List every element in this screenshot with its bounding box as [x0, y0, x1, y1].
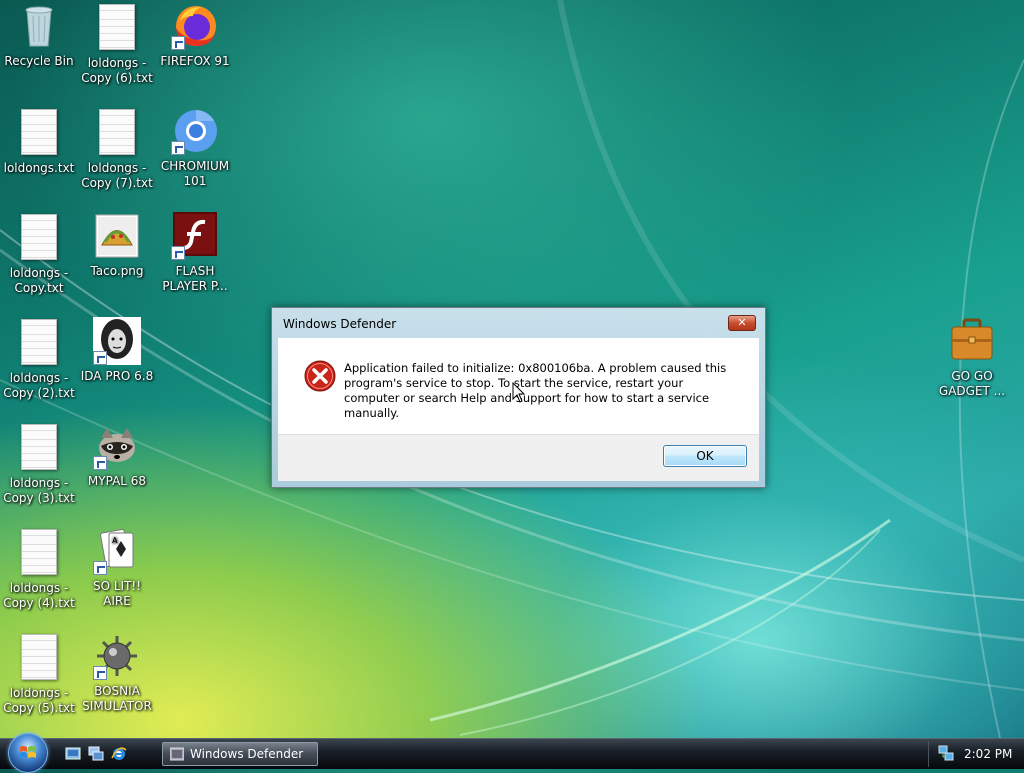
- desktop-icon-label: loldongs - Copy (5).txt: [3, 686, 75, 715]
- desktop-icon-label: loldongs - Copy (6).txt: [81, 56, 153, 85]
- text-file-icon: [21, 634, 57, 680]
- desktop-icon-label: Recycle Bin: [4, 54, 74, 68]
- mouse-cursor-icon: [512, 382, 526, 403]
- show-desktop-icon[interactable]: [65, 746, 81, 762]
- ida-pro-icon: [93, 317, 141, 365]
- text-file-icon: [21, 214, 57, 260]
- shortcut-arrow-icon: [93, 351, 107, 365]
- desktop-icon-ida-pro[interactable]: IDA PRO 6.8: [79, 317, 155, 384]
- close-button[interactable]: ✕: [728, 315, 756, 331]
- shortcut-arrow-icon: [93, 561, 107, 575]
- desktop-icon-label: IDA PRO 6.8: [80, 369, 154, 383]
- shortcut-arrow-icon: [171, 141, 185, 155]
- taskbar-button-windows-defender[interactable]: Windows Defender: [162, 742, 318, 766]
- playing-cards-icon: A: [93, 527, 141, 575]
- desktop-icon-loldongs-copy-7[interactable]: loldongs - Copy (7).txt: [79, 107, 155, 191]
- desktop-icon-label: FLASH PLAYER P...: [162, 264, 228, 293]
- desktop-icon-label: BOSNIA SIMULATOR: [82, 684, 152, 713]
- clock[interactable]: 2:02 PM: [964, 747, 1012, 761]
- shortcut-arrow-icon: [171, 246, 185, 260]
- chromium-icon: [171, 107, 219, 155]
- desktop-icon-chromium[interactable]: CHROMIUM 101: [157, 107, 233, 189]
- desktop-icon-mypal[interactable]: MYPAL 68: [79, 422, 155, 489]
- svg-text:A: A: [112, 536, 118, 545]
- firefox-icon: [171, 2, 219, 50]
- text-file-icon: [21, 529, 57, 575]
- desktop-icon-loldongs-copy-5[interactable]: loldongs - Copy (5).txt: [1, 632, 77, 716]
- desktop-icon-label: Taco.png: [90, 264, 144, 278]
- text-file-icon: [99, 109, 135, 155]
- windows-defender-icon: [170, 747, 184, 761]
- tray-separator: [928, 741, 929, 767]
- desktop-icon-label: loldongs - Copy.txt: [9, 266, 69, 295]
- desktop-icon-label: FIREFOX 91: [160, 54, 230, 68]
- desktop-icon-label: loldongs - Copy (2).txt: [3, 371, 75, 400]
- shortcut-arrow-icon: [93, 456, 107, 470]
- taskbar: Windows Defender 2:02 PM: [0, 733, 1024, 773]
- desktop-icon-recycle-bin[interactable]: Recycle Bin: [1, 2, 77, 69]
- dialog-message: Application failed to initialize: 0x8001…: [344, 361, 727, 420]
- taco-image-icon: [93, 212, 141, 260]
- flash-player-icon: [171, 212, 219, 260]
- desktop-icon-label: GO GO GADGET ...: [938, 369, 1006, 398]
- desktop-icon-label: loldongs - Copy (4).txt: [3, 581, 75, 610]
- error-icon: [304, 360, 336, 392]
- text-file-icon: [99, 4, 135, 50]
- dialog-footer: OK: [278, 434, 759, 481]
- recycle-bin-icon: [15, 2, 63, 50]
- network-icon[interactable]: [938, 745, 954, 761]
- desktop-icon-label: MYPAL 68: [87, 474, 147, 488]
- desktop-icon-label: loldongs - Copy (7).txt: [81, 161, 153, 190]
- internet-explorer-icon[interactable]: [111, 746, 127, 762]
- desktop-icon-firefox[interactable]: FIREFOX 91: [157, 2, 233, 69]
- desktop-icon-label: CHROMIUM 101: [160, 159, 230, 188]
- briefcase-icon: [948, 317, 996, 365]
- taskbar-button-label: Windows Defender: [190, 747, 304, 761]
- desktop-icon-loldongs-copy-6[interactable]: loldongs - Copy (6).txt: [79, 2, 155, 86]
- desktop-icon-loldongs-copy-3[interactable]: loldongs - Copy (3).txt: [1, 422, 77, 506]
- mypal-raccoon-icon: [93, 422, 141, 470]
- desktop-icon-taco-png[interactable]: Taco.png: [79, 212, 155, 279]
- dialog-title: Windows Defender: [283, 317, 397, 331]
- desktop-icon-label: loldongs.txt: [3, 161, 75, 175]
- desktop-icon-loldongs-copy-4[interactable]: loldongs - Copy (4).txt: [1, 527, 77, 611]
- desktop-icon-flash-player[interactable]: FLASH PLAYER P...: [157, 212, 233, 294]
- shortcut-arrow-icon: [93, 666, 107, 680]
- desktop-icon-label: loldongs - Copy (3).txt: [3, 476, 75, 505]
- text-file-icon: [21, 424, 57, 470]
- desktop-icon-label: SO LIT!! AIRE: [92, 579, 142, 608]
- desktop-icon-bosnia-simulator[interactable]: BOSNIA SIMULATOR: [79, 632, 155, 714]
- desktop-icon-go-go-gadget[interactable]: GO GO GADGET ...: [934, 317, 1010, 399]
- switch-windows-icon[interactable]: [88, 746, 104, 762]
- text-file-icon: [21, 319, 57, 365]
- text-file-icon: [21, 109, 57, 155]
- desktop-icon-loldongs-txt[interactable]: loldongs.txt: [1, 107, 77, 176]
- start-button[interactable]: [8, 733, 48, 773]
- mine-icon: [93, 632, 141, 680]
- ok-button[interactable]: OK: [663, 445, 747, 467]
- windows-logo-icon: [20, 746, 36, 758]
- desktop-icon-loldongs-copy-2[interactable]: loldongs - Copy (2).txt: [1, 317, 77, 401]
- desktop-icon-loldongs-copy-txt[interactable]: loldongs - Copy.txt: [1, 212, 77, 296]
- shortcut-arrow-icon: [171, 36, 185, 50]
- desktop-icon-solitaire[interactable]: A SO LIT!! AIRE: [79, 527, 155, 609]
